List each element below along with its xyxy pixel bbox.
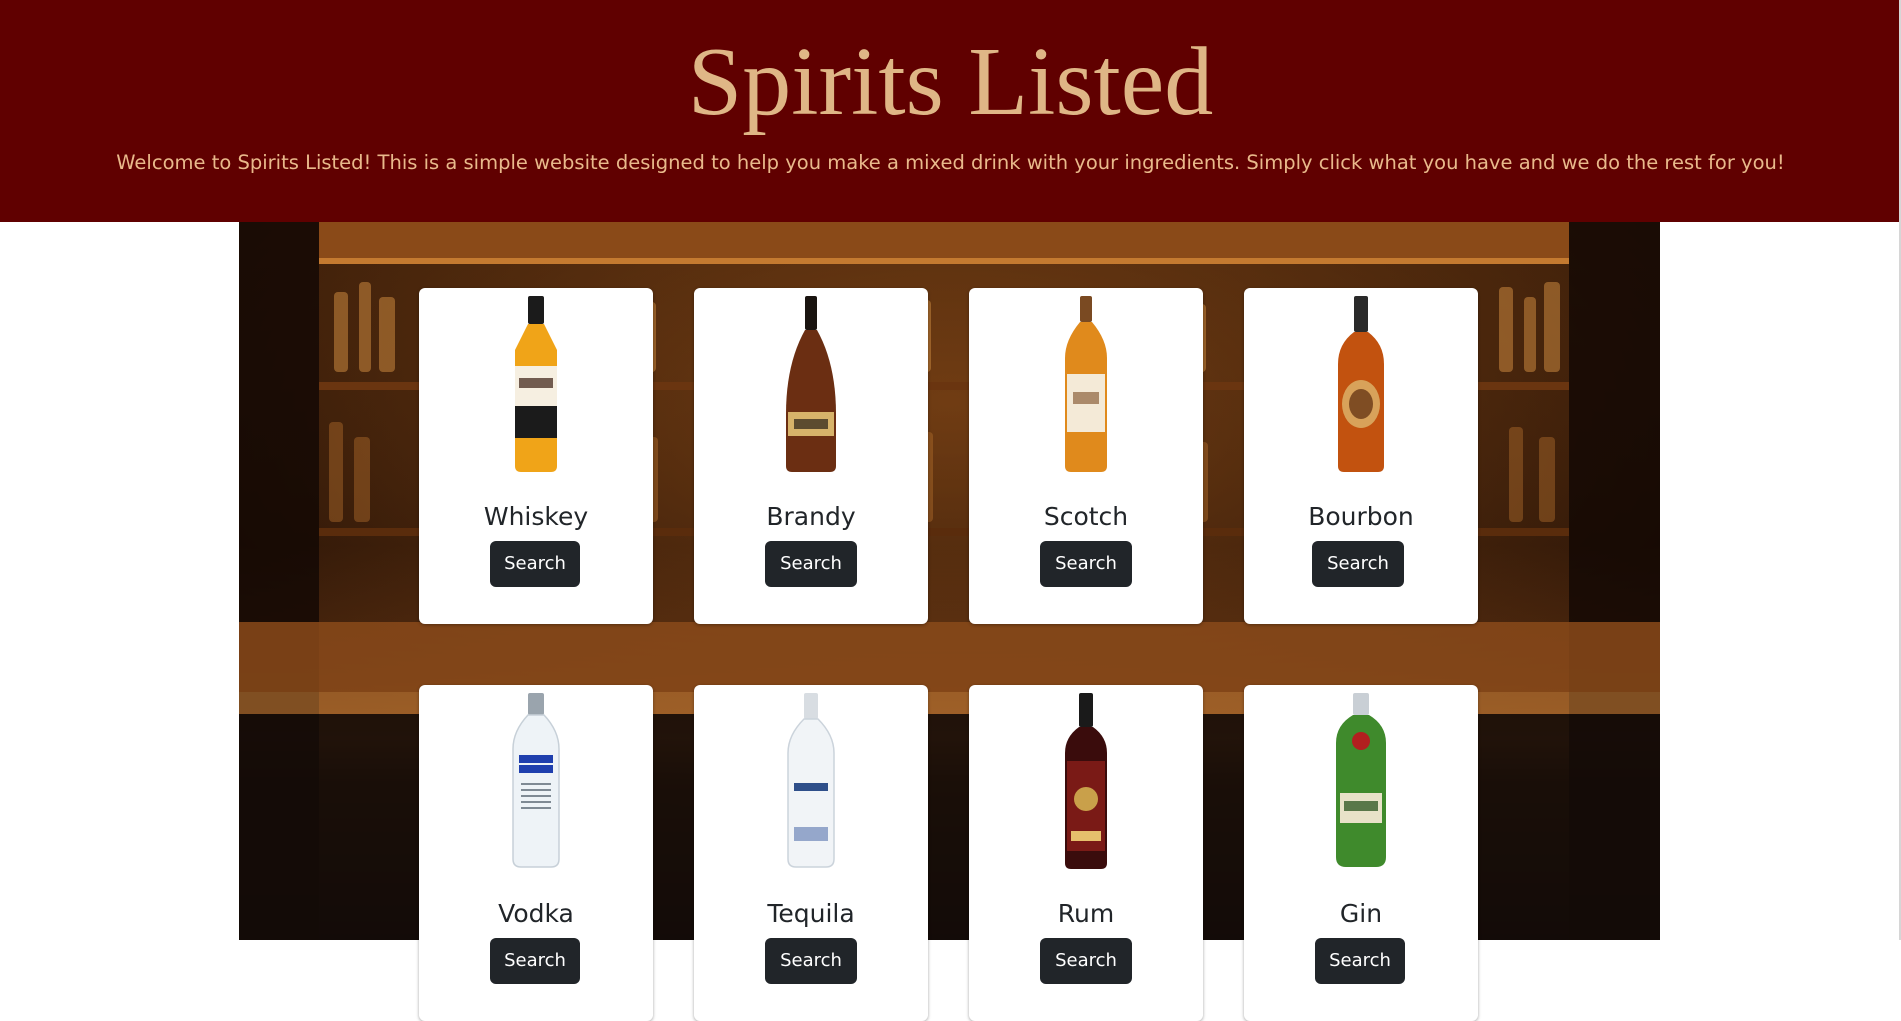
- site-header: Spirits Listed Welcome to Spirits Listed…: [0, 0, 1901, 222]
- spirit-card: Bourbon Search: [1244, 288, 1478, 624]
- vodka-bottle-image: [512, 693, 560, 868]
- gin-search-button[interactable]: Search: [1315, 938, 1405, 984]
- site-title: Spirits Listed: [687, 28, 1214, 136]
- spirit-name: Rum: [1057, 899, 1115, 928]
- tequila-bottle-image: [787, 693, 835, 868]
- spirit-name: Vodka: [498, 899, 574, 928]
- whiskey-bottle-image: [515, 296, 557, 472]
- spirit-name: Whiskey: [483, 502, 589, 531]
- vodka-search-button[interactable]: Search: [490, 938, 580, 984]
- spirit-name: Gin: [1339, 899, 1383, 928]
- rum-search-button[interactable]: Search: [1040, 938, 1132, 984]
- tequila-search-button[interactable]: Search: [765, 938, 857, 984]
- spirit-card: Rum Search: [969, 685, 1203, 1021]
- spirit-card: Vodka Search: [419, 685, 653, 1021]
- gin-bottle-image: [1336, 693, 1386, 867]
- spirit-name: Bourbon: [1308, 502, 1414, 531]
- brandy-bottle-image: [786, 296, 836, 472]
- welcome-text: Welcome to Spirits Listed! This is a sim…: [116, 151, 1785, 174]
- scotch-bottle-image: [1065, 296, 1107, 472]
- bourbon-bottle-image: [1338, 296, 1384, 472]
- scotch-search-button[interactable]: Search: [1040, 541, 1132, 587]
- spirit-name: Brandy: [766, 502, 856, 531]
- spirit-card: Brandy Search: [694, 288, 928, 624]
- whiskey-search-button[interactable]: Search: [490, 541, 580, 587]
- spirit-card: Tequila Search: [694, 685, 928, 1021]
- spirit-card: Gin Search: [1244, 685, 1478, 1021]
- brandy-search-button[interactable]: Search: [765, 541, 857, 587]
- spirit-card: Scotch Search: [969, 288, 1203, 624]
- spirit-name: Tequila: [767, 899, 855, 928]
- spirit-name: Scotch: [1043, 502, 1129, 531]
- bourbon-search-button[interactable]: Search: [1312, 541, 1404, 587]
- rum-bottle-image: [1065, 693, 1107, 869]
- spirit-card: Whiskey Search: [419, 288, 653, 624]
